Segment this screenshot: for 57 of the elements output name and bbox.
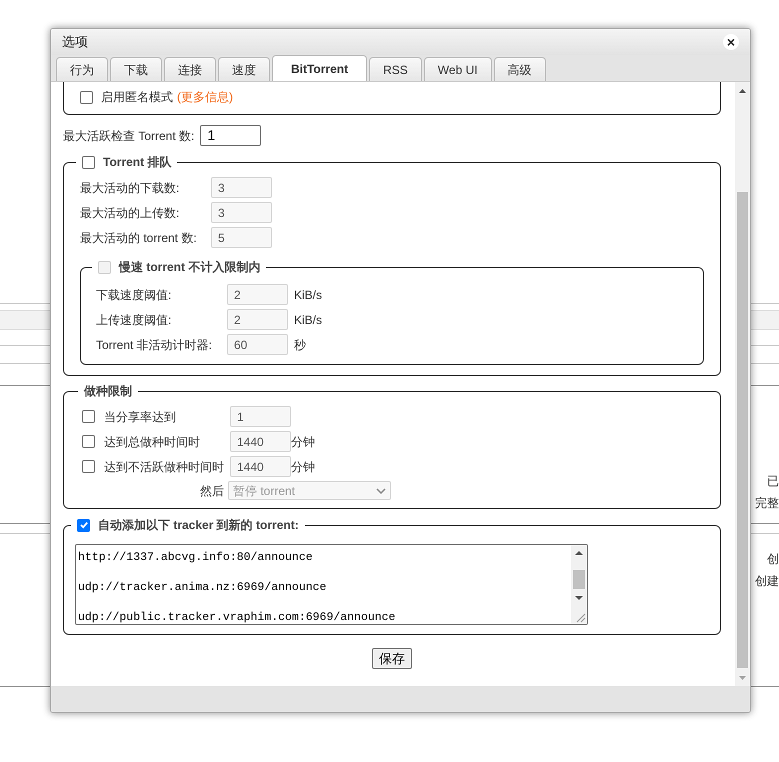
tracker-url: udp://tracker.anima.nz:6969/announce — [78, 580, 328, 595]
background-label: 创 — [767, 551, 779, 568]
tab[interactable]: 行为 — [56, 57, 108, 81]
number-field[interactable]: 1440 — [230, 456, 291, 477]
tab[interactable]: Web UI — [424, 57, 492, 81]
number-field[interactable]: 2 — [227, 284, 288, 305]
number-field[interactable]: 1 — [230, 406, 291, 427]
checkbox-label: 当分享率达到 — [104, 408, 177, 426]
chevron-down-icon — [376, 488, 386, 494]
field-label: 下载速度阈值: — [96, 286, 172, 304]
number-field[interactable]: 3 — [211, 202, 272, 223]
number-field[interactable]: 1 — [200, 125, 262, 146]
field-label: 最大活动的 torrent 数: — [80, 230, 198, 246]
field-label: 最大活动的上传数: — [80, 204, 180, 222]
close-button[interactable]: × — [723, 34, 739, 50]
group-title: 做种限制 — [84, 383, 132, 400]
number-field[interactable]: 60 — [227, 334, 288, 355]
tab[interactable]: 下载 — [110, 57, 162, 81]
checkbox-label: 达到不活跃做种时间时 — [104, 458, 225, 476]
unit-label: 秒 — [294, 336, 306, 354]
group-title: Torrent 排队 — [103, 154, 172, 171]
checkbox[interactable] — [77, 518, 90, 532]
checkbox[interactable] — [82, 460, 95, 473]
tab[interactable]: RSS — [369, 57, 422, 81]
unit-label: KiB/s — [294, 312, 322, 328]
window-title: 选项 — [62, 33, 88, 52]
number-field[interactable]: 3 — [211, 177, 272, 198]
tab[interactable]: 高级 — [494, 57, 546, 81]
field-label: 最大活跃检查 Torrent 数: — [63, 128, 194, 144]
tab[interactable]: 速度 — [218, 57, 270, 81]
tracker-url: udp://public.tracker.vraphim.com:6969/announce — [78, 610, 396, 624]
checkbox[interactable] — [82, 435, 95, 448]
save-button[interactable]: 保存 — [372, 648, 412, 669]
unit-label: 分钟 — [291, 458, 315, 476]
number-field[interactable]: 2 — [227, 309, 288, 330]
field-label: 最大活动的下载数: — [80, 180, 180, 196]
tracker-url: http://1337.abcvg.info:80/announce — [78, 550, 314, 565]
number-field[interactable]: 5 — [211, 227, 272, 248]
unit-label: KiB/s — [294, 286, 322, 304]
background-label: 已 — [767, 473, 779, 490]
group-title: 自动添加以下 tracker 到新的 torrent: — [98, 517, 299, 534]
tab[interactable]: BitTorrent — [272, 55, 368, 81]
field-label: 上传速度阈值: — [96, 312, 172, 328]
checkbox[interactable] — [82, 410, 95, 423]
background-label: 完整 — [755, 495, 779, 512]
tab[interactable]: 连接 — [164, 57, 216, 81]
checkbox-label: 达到总做种时间时 — [104, 434, 201, 450]
unit-label: 分钟 — [291, 434, 315, 450]
field-label: 然后 — [199, 482, 225, 500]
tracker-list-field[interactable]: http://1337.abcvg.info:80/announce udp://tracker.anima.nz:6969/announce udp://public.tracker.vraphim.com:6969/announce — [75, 544, 588, 625]
number-field[interactable]: 1440 — [230, 431, 291, 452]
checkbox[interactable] — [82, 156, 95, 168]
field-label: Torrent 非活动计时器: — [96, 336, 214, 354]
checkbox-label: 启用匿名模式 — [101, 89, 173, 106]
group-title: 慢速 torrent 不计入限制内 — [119, 259, 260, 276]
background-label: 创建 — [755, 573, 779, 590]
checkbox[interactable] — [80, 90, 93, 104]
